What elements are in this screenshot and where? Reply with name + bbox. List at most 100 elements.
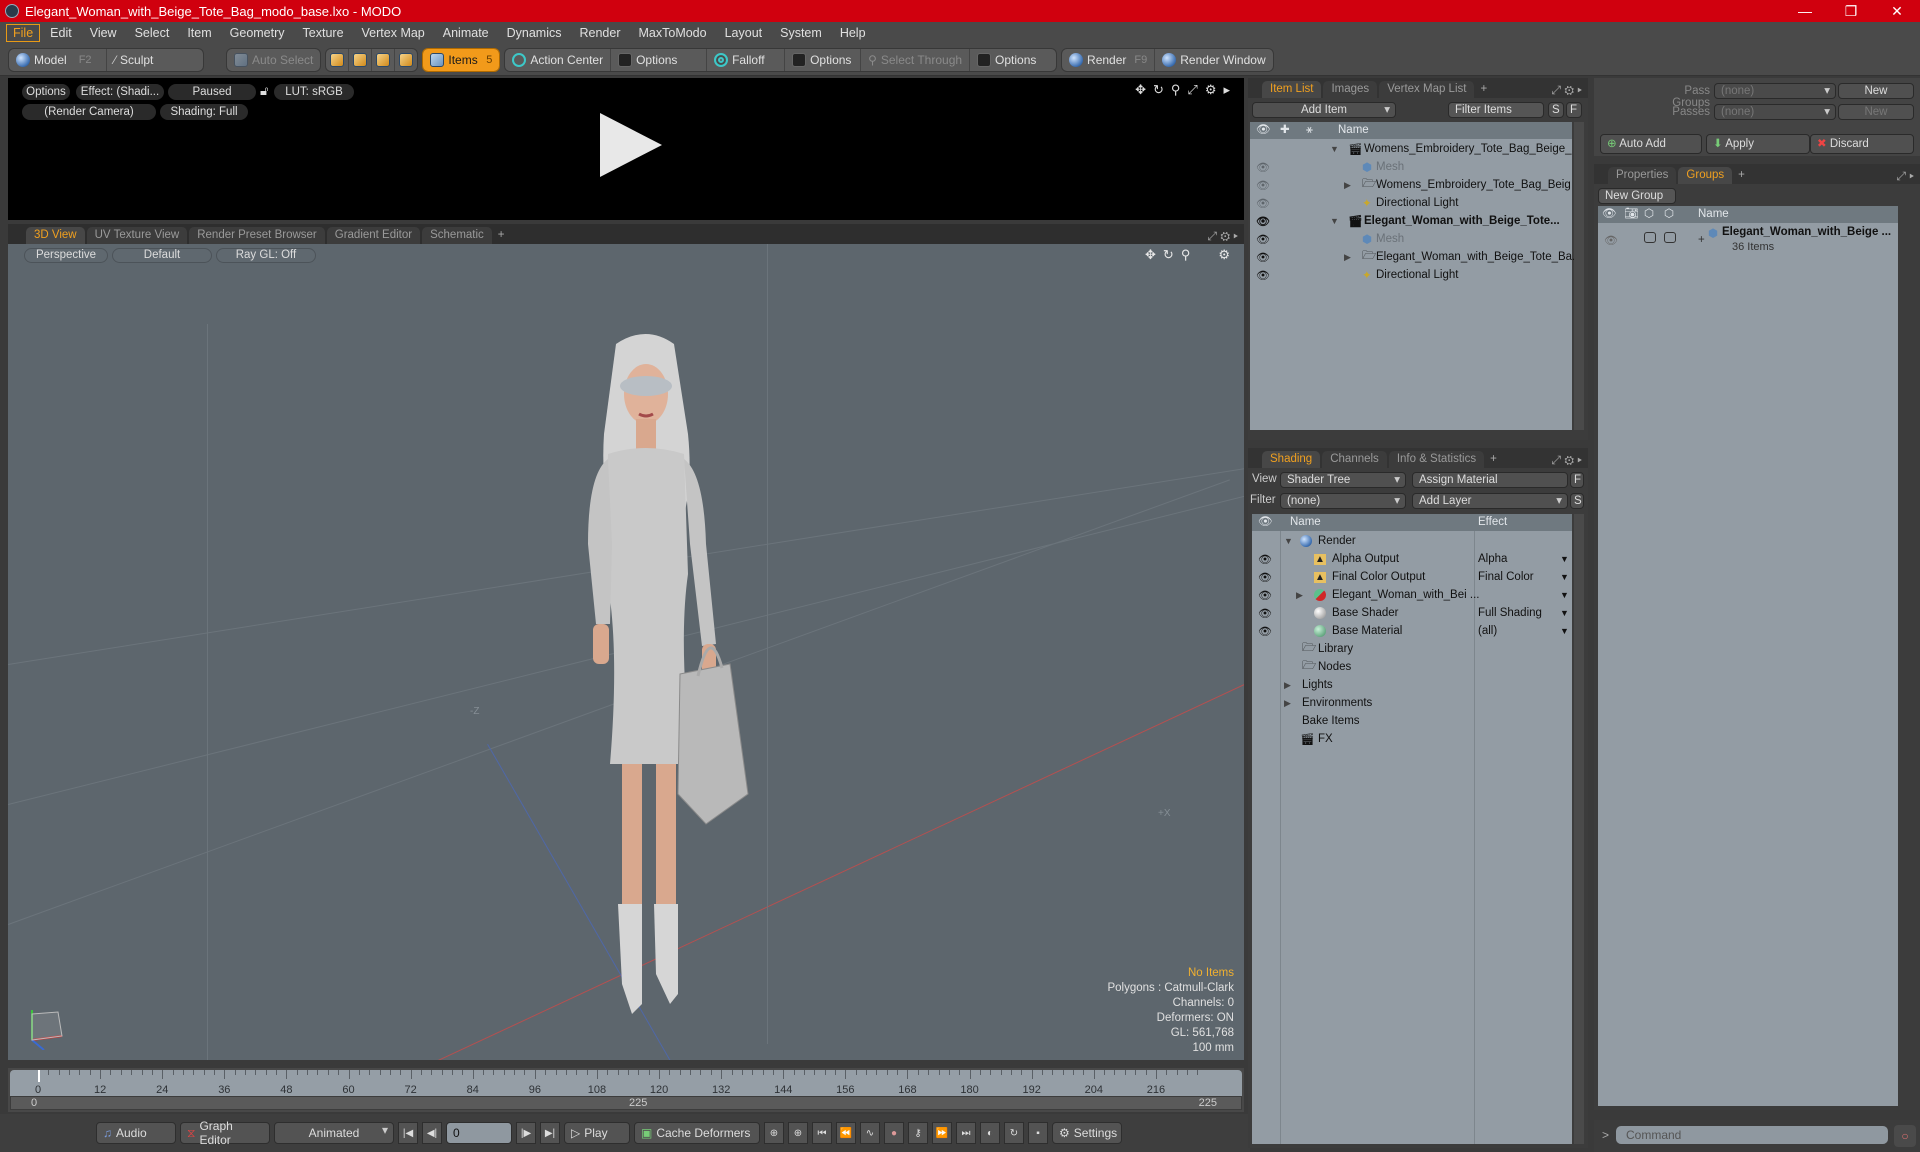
raygl-dropdown[interactable]: Ray GL: Off [216, 248, 316, 263]
preview-status-button[interactable]: Paused [168, 84, 256, 100]
shader-row-alpha-output[interactable]: 👁︎ ▲ Alpha Output Alpha ▼ [1252, 550, 1572, 568]
play-button[interactable]: ▷ Play [564, 1122, 630, 1144]
shader-row-lights[interactable]: ▶ Lights [1252, 676, 1572, 694]
shader-tree-scrollbar[interactable] [1574, 514, 1584, 1144]
edges-mode-button[interactable] [349, 48, 373, 71]
next-frame-button[interactable]: ⏩ [932, 1122, 952, 1144]
eye-icon[interactable]: 👁︎ [1258, 553, 1272, 566]
list-item[interactable]: 👁︎ ▶ 🗁︎ Elegant_Woman_with_Beige_Tote_Ba... [1250, 248, 1582, 266]
3d-viewport[interactable]: Perspective Default Ray GL: Off ✥ ↻ ⚲ ⚙ … [8, 244, 1244, 1060]
goto-end-button[interactable]: ▶| [540, 1122, 560, 1144]
add-tab-button[interactable]: + [494, 227, 509, 244]
tab-properties[interactable]: Properties [1608, 167, 1677, 184]
filter-items-input[interactable]: Filter Items [1448, 102, 1544, 118]
tab-groups[interactable]: Groups [1678, 167, 1733, 184]
shader-row-library[interactable]: 🗁︎ Library [1252, 640, 1572, 658]
eye-icon[interactable]: 👁︎ [1604, 234, 1618, 247]
action-center-button[interactable]: Action Center [505, 48, 612, 71]
falloff-options-button[interactable]: Options [785, 48, 862, 71]
tab-render-preset-browser[interactable]: Render Preset Browser [189, 227, 325, 244]
discard-button[interactable]: ✖ Discard [1810, 134, 1914, 154]
menu-file[interactable]: File [6, 24, 41, 42]
falloff-button[interactable]: Falloff [707, 48, 786, 71]
view-style-dropdown[interactable]: Default [112, 248, 212, 263]
key-channels-button[interactable]: ⚷ [908, 1122, 928, 1144]
zoom-view-icon[interactable]: ⚲ [1181, 247, 1191, 263]
list-item[interactable]: 👁︎ ✦ Directional Light [1250, 194, 1572, 212]
menu-animate[interactable]: Animate [435, 24, 497, 42]
shader-row-render[interactable]: ▼ Render [1252, 532, 1572, 550]
next-key-button[interactable]: |▶ [516, 1122, 536, 1144]
prev-keyframe-button[interactable]: ⏮ [812, 1122, 832, 1144]
eye-icon[interactable]: 👁︎ [1256, 251, 1270, 264]
list-item[interactable]: 👁︎ ✦ Directional Light [1250, 266, 1572, 284]
restore-button[interactable]: ❐ [1828, 3, 1874, 20]
menu-texture[interactable]: Texture [295, 24, 352, 42]
item-list-scrollbar[interactable] [1574, 122, 1584, 430]
cache-deformers-button[interactable]: ▣ Cache Deformers [634, 1122, 760, 1144]
filter-dropdown[interactable]: (none) [1280, 493, 1406, 509]
select-checkbox[interactable] [1664, 232, 1676, 243]
add-item-button[interactable]: Add Item [1252, 102, 1396, 118]
tab-info-statistics[interactable]: Info & Statistics [1388, 451, 1485, 468]
auto-select-button[interactable]: Auto Select [227, 49, 320, 71]
lut-dropdown[interactable]: LUT: sRGB [274, 84, 354, 100]
vertices-mode-button[interactable] [326, 48, 350, 71]
eye-icon[interactable]: 👁︎ [1256, 161, 1270, 174]
f-button[interactable]: F [1570, 472, 1584, 488]
name-column-header[interactable]: Name [1338, 122, 1369, 139]
unlock-icon[interactable]: 🔓︎ [260, 83, 268, 99]
materials-mode-button[interactable] [395, 49, 417, 71]
list-item[interactable]: ▼ 🎬︎ Womens_Embroidery_Tote_Bag_Beige_ ... [1250, 140, 1584, 158]
audio-button[interactable]: ♫ Audio [96, 1122, 176, 1144]
preview-options-button[interactable]: Options [22, 84, 70, 100]
sculpt-mode-button[interactable]: ⁄ Sculpt [107, 49, 160, 71]
move-view-icon[interactable]: ✥ [1145, 247, 1156, 263]
list-item[interactable]: 👁︎ ▶ 🗁︎ Womens_Embroidery_Tote_Bag_Beig ... [1250, 176, 1584, 194]
eye-icon[interactable]: 👁︎ [1256, 215, 1270, 228]
shader-row-bake-items[interactable]: Bake Items [1252, 712, 1572, 730]
effect-dropdown[interactable]: Final Color [1478, 571, 1534, 583]
key-down-button[interactable]: ⊕ [788, 1122, 808, 1144]
rotate-view-icon[interactable]: ↻ [1163, 247, 1174, 263]
projection-dropdown[interactable]: Perspective [24, 248, 108, 263]
tab-vertex-map-list[interactable]: Vertex Map List [1379, 81, 1475, 98]
select-through-options-button[interactable]: Options [970, 49, 1056, 71]
tab-channels[interactable]: Channels [1322, 451, 1387, 468]
record-macro-button[interactable]: ○ [1894, 1125, 1916, 1147]
shader-row-final-color-output[interactable]: 👁︎ ▲ Final Color Output Final Color ▼ [1252, 568, 1572, 586]
prev-key-button[interactable]: ◀| [422, 1122, 442, 1144]
key-selected-button[interactable]: ▪ [1028, 1122, 1048, 1144]
tab-uv-texture-view[interactable]: UV Texture View [86, 227, 188, 244]
view-dropdown[interactable]: Shader Tree [1280, 472, 1406, 488]
timeline-ruler[interactable]: 0 12 24 36 48 60 72 84 96 108 120 132 144 156 168 180 19… [10, 1070, 1242, 1096]
select-through-button[interactable]: ⚲ Select Through [861, 48, 971, 71]
expand-plus-icon[interactable]: + [1698, 234, 1705, 246]
prev-frame-button[interactable]: ⏪ [836, 1122, 856, 1144]
effect-dropdown[interactable]: Alpha [1478, 553, 1507, 565]
preview-effect-dropdown[interactable]: Effect: (Shadi... [76, 84, 164, 100]
eye-icon[interactable]: 👁︎ [1258, 607, 1272, 620]
list-item[interactable]: 👁︎ ▼ 🎬︎ Elegant_Woman_with_Beige_Tote... [1250, 212, 1572, 230]
list-item[interactable]: 👁︎ ⬢ Mesh [1250, 158, 1572, 176]
command-input[interactable]: Command [1616, 1126, 1888, 1144]
dropdown-arrow-icon[interactable]: ▼ [1560, 572, 1569, 582]
eye-icon[interactable]: 👁︎ [1256, 269, 1270, 282]
move-view-icon[interactable]: ✥ [1135, 82, 1146, 98]
s-button[interactable]: S [1570, 493, 1584, 509]
eye-icon[interactable]: 👁︎ [1256, 197, 1270, 210]
key-options-button[interactable]: ◐ [980, 1122, 1000, 1144]
dropdown-arrow-icon[interactable]: ▼ [1560, 608, 1569, 618]
menu-vertex-map[interactable]: Vertex Map [354, 24, 433, 42]
dropdown-arrow-icon[interactable]: ▼ [1560, 590, 1569, 600]
menu-geometry[interactable]: Geometry [222, 24, 293, 42]
menu-select[interactable]: Select [127, 24, 178, 42]
add-layer-dropdown[interactable]: Add Layer [1412, 493, 1568, 509]
shading-dropdown[interactable]: Shading: Full [160, 104, 248, 120]
key-up-button[interactable]: ⊕ [764, 1122, 784, 1144]
camera-dropdown[interactable]: (Render Camera) [22, 104, 156, 120]
assign-material-button[interactable]: Assign Material [1412, 472, 1568, 488]
timeline-range-bar[interactable]: 0 225 225 [10, 1096, 1242, 1110]
menu-edit[interactable]: Edit [42, 24, 80, 42]
shader-row-base-material[interactable]: 👁︎ Base Material (all) ▼ [1252, 622, 1572, 640]
